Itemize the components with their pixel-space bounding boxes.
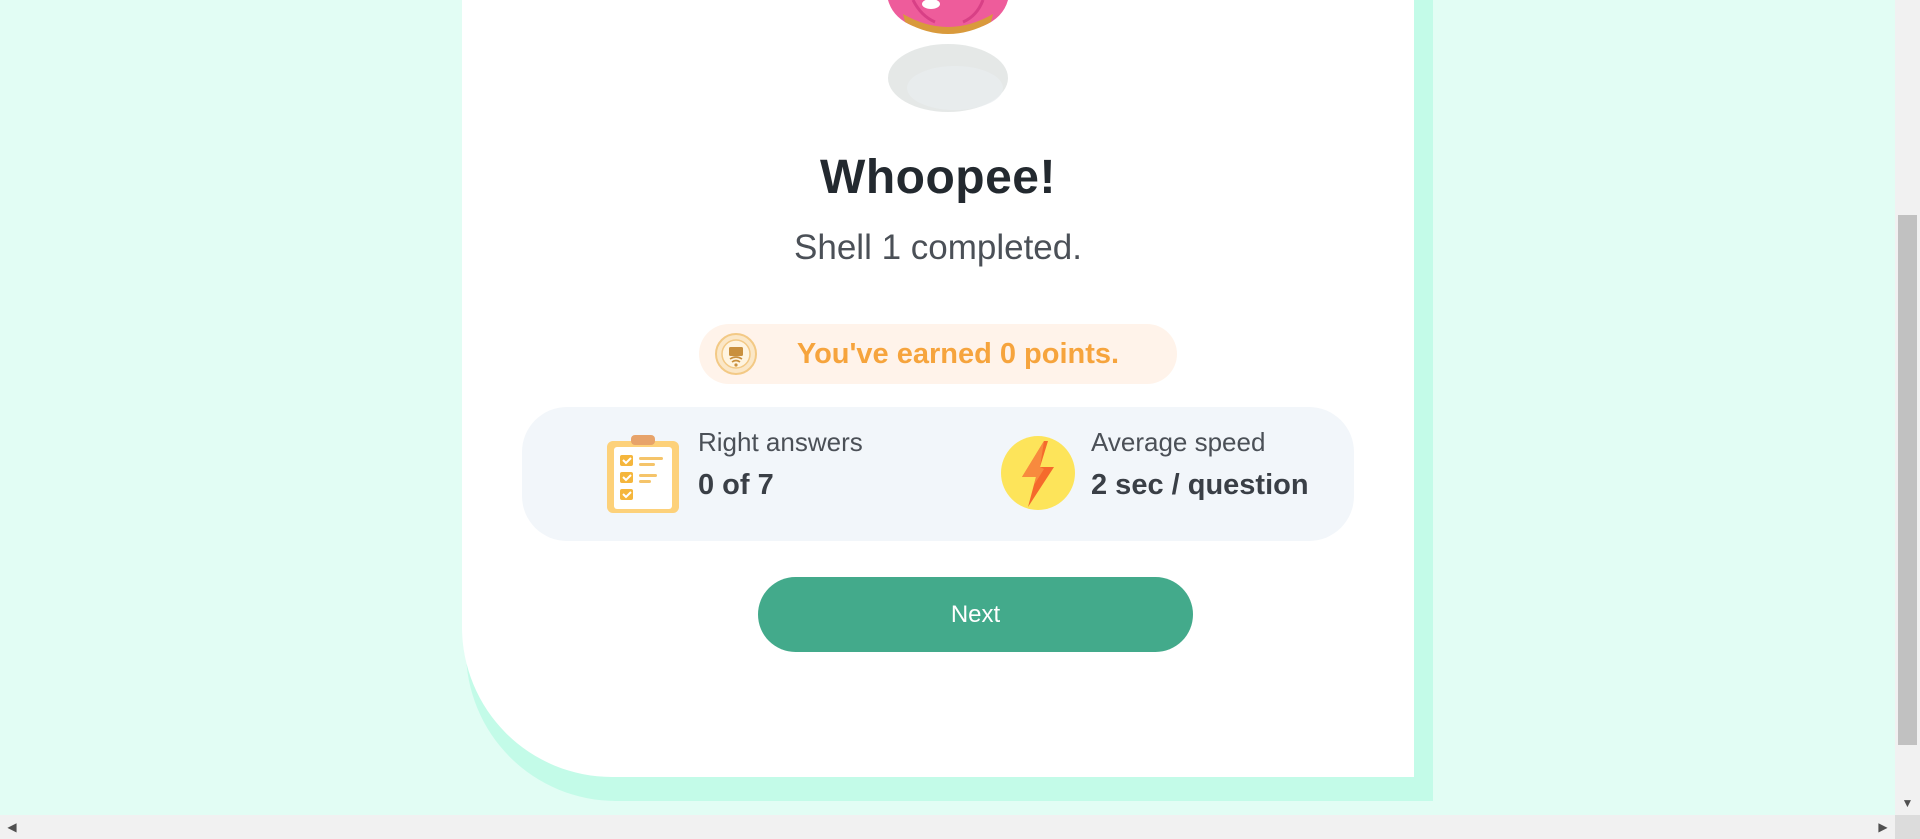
scroll-right-arrow-icon[interactable]: ▶ bbox=[1871, 815, 1895, 839]
scroll-down-arrow-icon[interactable]: ▼ bbox=[1895, 791, 1920, 815]
next-button[interactable]: Next bbox=[758, 577, 1193, 652]
shell-character-icon bbox=[888, 0, 1008, 112]
average-speed-value: 2 sec / question bbox=[1091, 469, 1309, 501]
scrollbar-corner bbox=[1895, 815, 1920, 839]
vertical-scrollbar[interactable]: ▼ bbox=[1895, 0, 1920, 815]
result-subtitle: Shell 1 completed. bbox=[794, 228, 1082, 267]
right-answers-label: Right answers bbox=[698, 427, 863, 457]
right-answers-value: 0 of 7 bbox=[698, 469, 774, 501]
average-speed-label: Average speed bbox=[1091, 427, 1266, 457]
lightning-bolt-icon bbox=[1001, 436, 1075, 510]
result-card bbox=[462, 0, 1414, 777]
result-title: Whoopee! bbox=[820, 151, 1056, 204]
clipboard-checklist-icon bbox=[607, 435, 679, 513]
stats-panel: Right answers 0 of 7 Average speed 2 sec… bbox=[522, 407, 1354, 541]
horizontal-scrollbar[interactable]: ◀ ▶ bbox=[0, 815, 1920, 839]
scroll-left-arrow-icon[interactable]: ◀ bbox=[0, 815, 24, 839]
vertical-scroll-thumb[interactable] bbox=[1898, 215, 1917, 745]
points-banner: You've earned 0 points. bbox=[699, 324, 1177, 384]
points-text: You've earned 0 points. bbox=[796, 338, 1120, 370]
